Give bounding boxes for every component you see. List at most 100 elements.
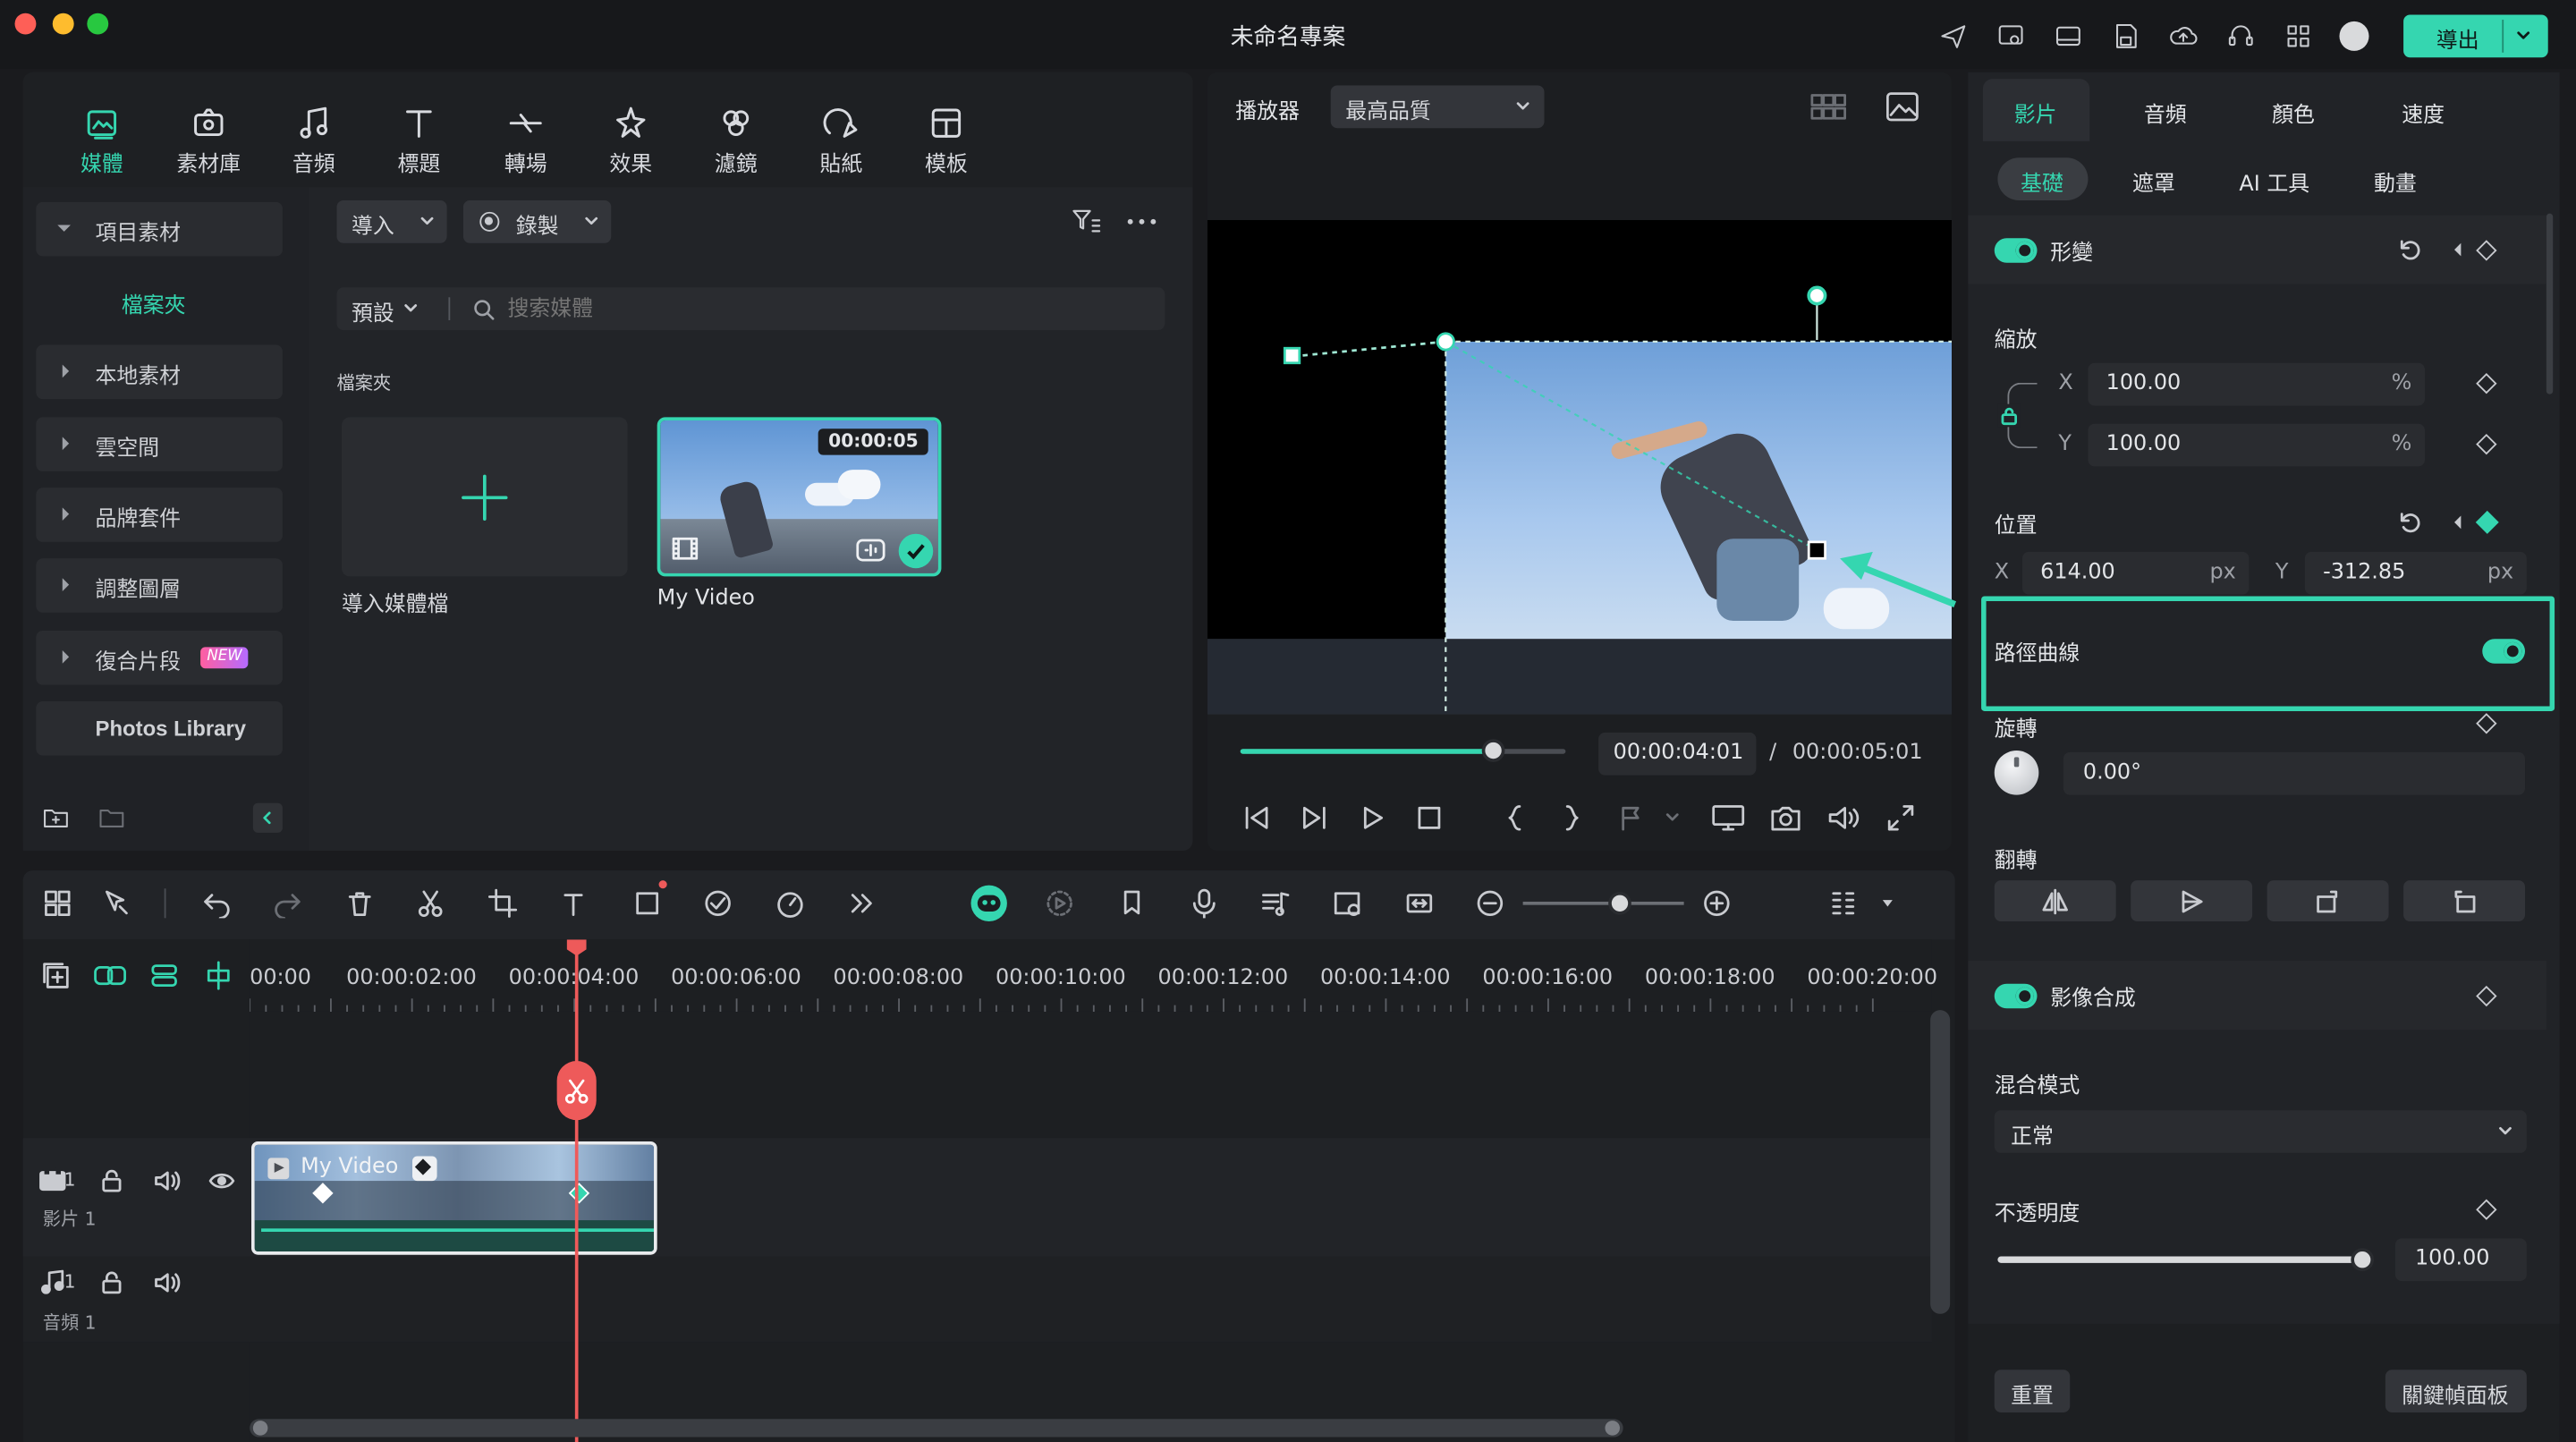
search-input[interactable] [507, 292, 1132, 326]
volume-icon[interactable] [1826, 800, 1861, 836]
prev-keyframe-icon[interactable] [2454, 515, 2462, 530]
preset-dropdown[interactable]: 預設 [352, 295, 394, 327]
lock-icon[interactable] [96, 1166, 129, 1196]
inspector-tab-1[interactable]: 影片 [2014, 97, 2057, 129]
speed-icon[interactable] [772, 886, 808, 920]
sidebar-item-2[interactable]: 雲空間 [36, 417, 283, 471]
collapse-sidebar-button[interactable] [252, 802, 283, 833]
scale-x-field[interactable]: 100.00% [2088, 362, 2425, 406]
crop-frame-icon[interactable] [629, 886, 665, 920]
timeline-clip[interactable]: My Video [251, 1141, 657, 1255]
send-icon[interactable] [1936, 18, 1971, 54]
toolbar-item-filters[interactable]: 濾鏡 [690, 98, 782, 181]
import-dropdown[interactable]: 導入 [336, 199, 447, 243]
new-folder-icon[interactable] [39, 802, 72, 835]
flip-vertical-button[interactable] [2131, 880, 2253, 921]
rotate-right-button[interactable] [2267, 880, 2389, 921]
record-dropdown[interactable]: 錄製 [462, 199, 612, 243]
opacity-field[interactable]: 100.00 [2394, 1238, 2527, 1282]
toolbar-item-templates[interactable]: 模板 [901, 98, 993, 181]
image-icon[interactable] [1883, 89, 1922, 124]
next-frame-icon[interactable] [1296, 800, 1332, 836]
prev-frame-icon[interactable] [1239, 800, 1275, 836]
scale-y-field[interactable]: 100.00% [2088, 423, 2425, 467]
render-preview-icon[interactable] [1041, 886, 1077, 920]
folder-icon[interactable] [96, 802, 129, 835]
timeline-vertical-scrollbar[interactable] [1930, 1010, 1951, 1314]
inspector-subtab-1[interactable]: 基礎 [2021, 165, 2063, 198]
sidebar-folder[interactable]: 檔案夾 [122, 287, 186, 319]
transform-toggle[interactable] [1994, 238, 2038, 263]
fit-timeline-icon[interactable] [1402, 886, 1437, 920]
position-x-field[interactable]: 614.00 px [2021, 551, 2250, 595]
sidebar-item-photos[interactable]: Photos Library [36, 700, 283, 756]
reset-button[interactable]: 重置 [1994, 1370, 2071, 1412]
mark-out-icon[interactable] [1555, 800, 1589, 836]
keyframe-icon[interactable] [2476, 240, 2497, 261]
opacity-slider-handle[interactable] [2351, 1248, 2375, 1272]
audio-track-icon[interactable] [1257, 886, 1292, 920]
track-options-icon[interactable] [1826, 886, 1861, 920]
export-button[interactable]: 導出 [2403, 14, 2548, 58]
toolbar-item-audio[interactable]: 音頻 [267, 98, 360, 181]
rotation-dial[interactable] [1994, 751, 2039, 795]
split-button[interactable] [556, 1061, 597, 1121]
toolbar-item-media[interactable]: 媒體 [55, 98, 148, 181]
zoom-out-icon[interactable] [1472, 886, 1508, 920]
position-y-field[interactable]: -312.85 px [2304, 551, 2527, 595]
text-tool-icon[interactable] [557, 886, 593, 920]
inspector-tab-2[interactable]: 音頻 [2144, 97, 2187, 129]
media-manage-icon[interactable] [1993, 18, 2029, 54]
opacity-slider-track[interactable] [1997, 1248, 2375, 1272]
toolbar-item-effects[interactable]: 效果 [585, 98, 677, 181]
flip-horizontal-button[interactable] [1994, 880, 2116, 921]
quality-dropdown[interactable]: 最高品質 [1330, 85, 1545, 129]
layout-icon[interactable] [2050, 18, 2086, 54]
blend-mode-select[interactable]: 正常 [1994, 1110, 2527, 1153]
chevron-down-icon[interactable] [2509, 21, 2538, 51]
zoom-slider-track[interactable] [1522, 891, 1684, 915]
more-icon[interactable] [1123, 206, 1159, 239]
more-tools-icon[interactable] [843, 886, 878, 920]
toolbar-item-stock[interactable]: 素材庫 [163, 98, 255, 181]
inspector-tab-4[interactable]: 速度 [2402, 97, 2445, 129]
prev-keyframe-icon[interactable] [2454, 242, 2462, 257]
inspector-subtab-4[interactable]: 動畫 [2374, 165, 2417, 198]
lock-icon[interactable] [96, 1268, 129, 1297]
delete-icon[interactable] [342, 886, 377, 920]
support-icon[interactable] [2223, 18, 2258, 54]
redo-icon[interactable] [269, 886, 305, 920]
add-track-icon[interactable] [39, 959, 72, 992]
replace-clip-icon[interactable] [1329, 886, 1365, 920]
snapshot-icon[interactable] [1767, 800, 1803, 836]
speaker-icon[interactable] [151, 1268, 184, 1297]
keyframe-icon[interactable] [2476, 985, 2497, 1007]
effect-mask-icon[interactable] [699, 886, 735, 920]
lock-icon[interactable] [1997, 403, 2021, 428]
timeline-horizontal-scrollbar[interactable] [250, 1419, 1623, 1438]
link-track-icon[interactable] [94, 959, 127, 992]
chevron-down-icon[interactable] [1877, 890, 1900, 916]
undo-icon[interactable] [199, 886, 234, 920]
microphone-icon[interactable] [1186, 886, 1222, 920]
display-icon[interactable] [1710, 800, 1746, 836]
select-tool-icon[interactable] [98, 886, 134, 920]
rotate-left-button[interactable] [2403, 880, 2526, 921]
toolbar-item-title[interactable]: 標題 [373, 98, 465, 181]
path-curve-toggle[interactable] [2482, 639, 2526, 664]
inspector-scrollbar[interactable] [2546, 213, 2554, 394]
reset-icon[interactable] [2395, 507, 2425, 537]
playback-progress-track[interactable] [1240, 739, 1566, 762]
sidebar-item-1[interactable]: 本地素材 [36, 344, 283, 400]
sidebar-item-project[interactable]: 項目素材 [36, 201, 283, 257]
sidebar-item-3[interactable]: 品牌套件 [36, 488, 283, 542]
rotation-field[interactable]: 0.00° [2063, 751, 2526, 795]
import-media-tile[interactable] [342, 417, 628, 577]
chevron-down-icon[interactable] [1659, 805, 1685, 831]
mark-in-icon[interactable] [1498, 800, 1531, 836]
inspector-subtab-3[interactable]: AI 工具 [2239, 165, 2309, 198]
save-icon[interactable] [2107, 18, 2143, 54]
ai-assistant-icon[interactable] [970, 885, 1007, 921]
cut-icon[interactable] [412, 886, 448, 920]
media-clip-thumbnail[interactable]: 00:00:05 [657, 417, 942, 577]
